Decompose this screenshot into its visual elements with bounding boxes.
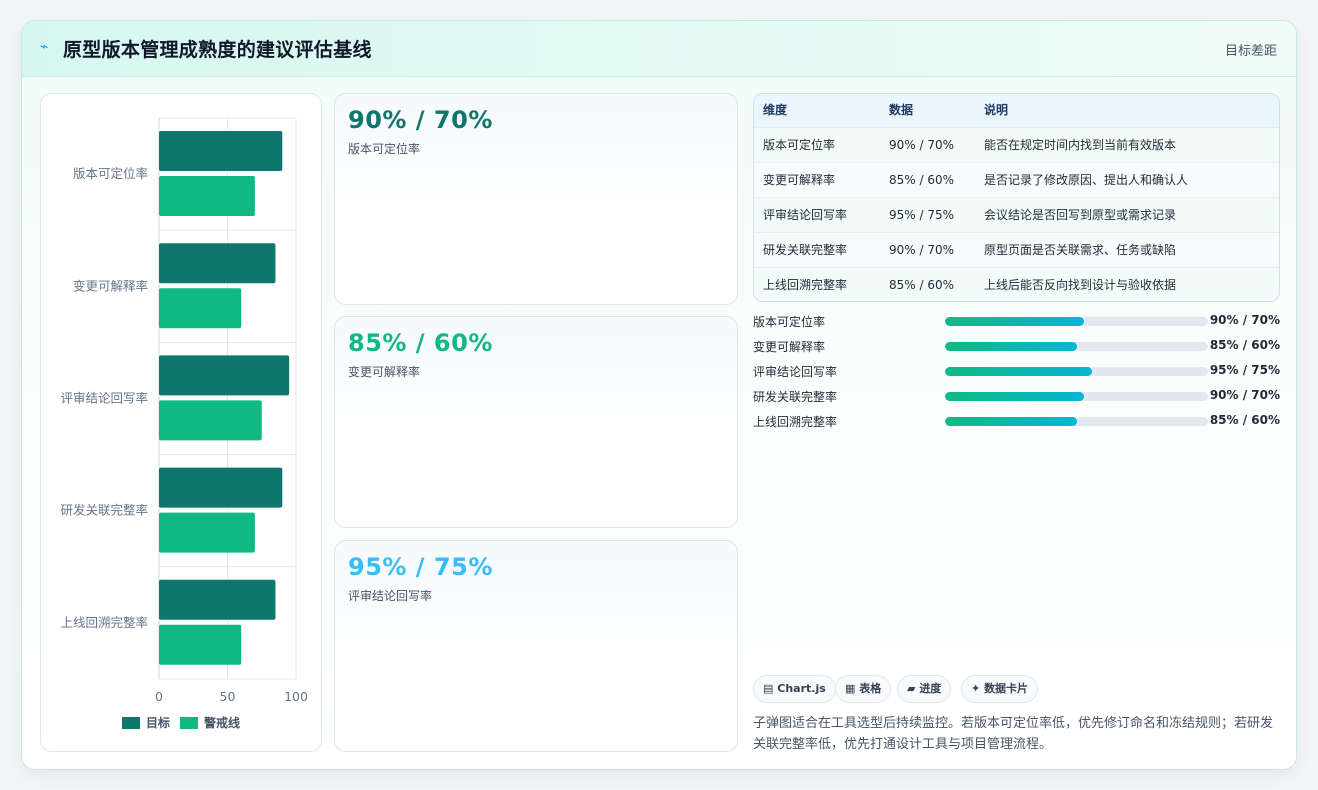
- table-cell: 90% / 70%: [889, 138, 955, 152]
- progress-track: [945, 392, 1208, 401]
- y-tick-label: 上线回溯完整率: [60, 615, 148, 630]
- bolt-icon: ⌁: [40, 39, 49, 55]
- stat-value: 85% / 60%: [348, 329, 493, 357]
- y-tick-label: 版本可定位率: [73, 166, 148, 181]
- y-tick-label: 研发关联完整率: [60, 503, 148, 518]
- stat-card: 85% / 60% 变更可解释率: [334, 316, 738, 528]
- table-row: 变更可解释率 85% / 60% 是否记录了修改原因、提出人和确认人: [754, 162, 1279, 197]
- table-cell: 版本可定位率: [763, 138, 836, 152]
- chart-icon: ▤: [763, 682, 774, 695]
- bar-warning: [159, 400, 262, 441]
- progress-label: 版本可定位率: [753, 315, 826, 329]
- progress-fill: [945, 342, 1077, 351]
- chip-table[interactable]: ▦ 表格: [835, 675, 892, 703]
- stat-card: 90% / 70% 版本可定位率: [334, 93, 738, 305]
- progress-track: [945, 317, 1208, 326]
- progress-track: [945, 417, 1208, 426]
- table-cell: 原型页面是否关联需求、任务或缺陷: [984, 243, 1177, 257]
- bar-warning: [159, 288, 242, 329]
- bar-target: [159, 467, 283, 508]
- bar-chart: 版本可定位率变更可解释率评审结论回写率研发关联完整率上线回溯完整率 0 50 100 目…: [60, 117, 308, 730]
- table-cell: 90% / 70%: [889, 243, 955, 257]
- chart-card: 版本可定位率 变更可解释率评审结论回写率 研发关联完整率 上线回溯完整率 0 50 100 目…: [40, 93, 322, 752]
- table-cell: 研发关联完整率: [763, 243, 848, 257]
- legend-label: 目标: [146, 715, 170, 730]
- x-tick-label: 0: [155, 689, 163, 704]
- progress-fill: [945, 317, 1085, 326]
- table-cell: 85% / 60%: [889, 173, 955, 187]
- progress-track: [945, 367, 1208, 376]
- progress-value: 85% / 60%: [1209, 338, 1280, 352]
- progress-item: 评审结论回写率 95% / 75%: [753, 361, 1280, 381]
- table-header-row: 维度 数据 说明: [754, 94, 1279, 127]
- progress-fill: [945, 417, 1077, 426]
- bar-warning: [159, 176, 255, 216]
- bar-warning: [159, 512, 255, 553]
- progress-label: 上线回溯完整率: [753, 415, 838, 429]
- bar-warning: [159, 624, 242, 665]
- x-tick-label: 100: [284, 689, 308, 704]
- legend-swatch: [122, 717, 140, 729]
- progress-track: [945, 342, 1208, 351]
- stat-card: 95% / 75% 评审结论回写率: [334, 540, 738, 752]
- table-cell: 评审结论回写率: [763, 208, 848, 222]
- table-row: 评审结论回写率 95% / 75% 会议结论是否回写到原型或需求记录: [754, 197, 1279, 232]
- table-cell: 上线后能否反向找到设计与验收依据: [984, 278, 1177, 292]
- progress-item: 研发关联完整率 90% / 70%: [753, 386, 1280, 406]
- progress-value: 95% / 75%: [1209, 363, 1280, 377]
- table-icon: ▦: [845, 682, 856, 695]
- progress-value: 90% / 70%: [1209, 388, 1280, 402]
- table-row: 研发关联完整率 90% / 70% 原型页面是否关联需求、任务或缺陷: [754, 232, 1279, 267]
- progress-fill: [945, 392, 1085, 401]
- note-text: 子弹图适合在工具选型后持续监控。若版本可定位率低，优先修订命名和冻结规则；若研发…: [753, 716, 1274, 752]
- table-cell: 95% / 75%: [889, 208, 955, 222]
- stat-label: 变更可解释率: [348, 365, 421, 379]
- header-tag: 目标差距: [1224, 44, 1277, 59]
- progress-label: 评审结论回写率: [753, 365, 838, 379]
- card-icon: ✦: [971, 682, 981, 695]
- progress-item: 变更可解释率 85% / 60%: [753, 336, 1280, 356]
- y-tick-label: 变更可解释率: [73, 278, 148, 293]
- table-cell: 变更可解释率: [763, 173, 836, 187]
- progress-item: 上线回溯完整率 85% / 60%: [753, 411, 1280, 431]
- bar-target: [159, 355, 290, 396]
- bar-target: [159, 579, 276, 620]
- table-header-cell: 说明: [984, 103, 1009, 117]
- legend-swatch: [180, 717, 198, 729]
- page-title: 原型版本管理成熟度的建议评估基线: [63, 39, 372, 61]
- progress-label: 研发关联完整率: [753, 390, 838, 404]
- stat-value: 90% / 70%: [348, 106, 493, 134]
- table-header-cell: 维度: [763, 103, 788, 117]
- stat-label: 评审结论回写率: [348, 589, 433, 603]
- progress-icon: ▰: [907, 682, 916, 695]
- bar-target: [159, 243, 276, 284]
- chip-progress[interactable]: ▰ 进度: [897, 675, 952, 703]
- progress-value: 90% / 70%: [1209, 313, 1280, 327]
- chip-chartjs[interactable]: ▤ Chart.js: [753, 675, 836, 703]
- main-panel: ⌁ 原型版本管理成熟度的建议评估基线 目标差距 版本可定位率 变更可解释率 评审结论…: [21, 20, 1297, 770]
- progress-value: 85% / 60%: [1209, 413, 1280, 427]
- table-row: 上线回溯完整率 85% / 60% 上线后能否反向找到设计与验收依据: [754, 267, 1279, 301]
- table-cell: 是否记录了修改原因、提出人和确认人: [984, 173, 1189, 187]
- stat-label: 版本可定位率: [348, 142, 421, 156]
- table-cell: 会议结论是否回写到原型或需求记录: [984, 208, 1177, 222]
- chip-data-card[interactable]: ✦ 数据卡片: [961, 675, 1039, 703]
- table-header-cell: 数据: [889, 103, 914, 117]
- progress-fill: [945, 367, 1093, 376]
- table-cell: 85% / 60%: [889, 278, 955, 292]
- stat-value: 95% / 75%: [348, 553, 493, 581]
- x-tick-label: 50: [220, 689, 236, 704]
- table-cell: 能否在规定时间内找到当前有效版本: [984, 138, 1177, 152]
- legend-label: 警戒线: [203, 715, 240, 730]
- panel-header: ⌁ 原型版本管理成熟度的建议评估基线 目标差距: [22, 21, 1296, 77]
- data-table: 维度 数据 说明 版本可定位率 90% / 70% 能否在规定时间内找到当前有效…: [753, 93, 1280, 302]
- table-row: 版本可定位率 90% / 70% 能否在规定时间内找到当前有效版本: [754, 127, 1279, 162]
- table-cell: 上线回溯完整率: [763, 278, 848, 292]
- y-tick-label: 评审结论回写率: [60, 391, 148, 406]
- progress-item: 版本可定位率 90% / 70%: [753, 311, 1280, 331]
- bar-target: [159, 131, 283, 171]
- progress-label: 变更可解释率: [753, 340, 826, 354]
